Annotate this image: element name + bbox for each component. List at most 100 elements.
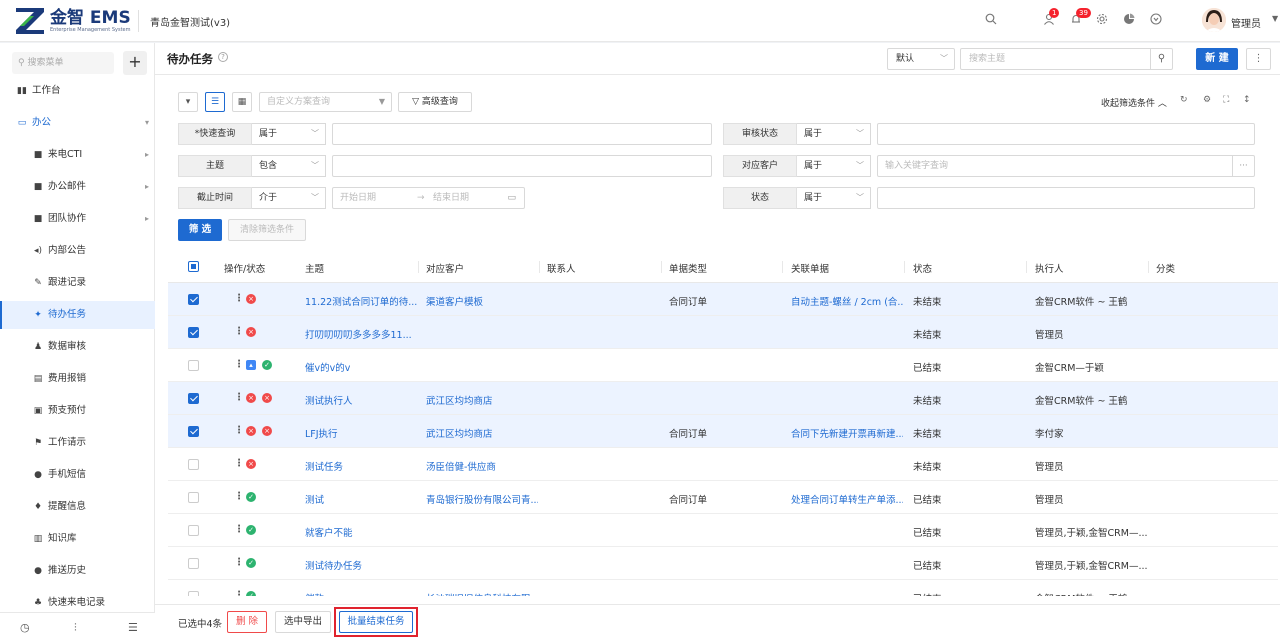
row-actions-icon[interactable]: ⋮: [234, 392, 244, 403]
help-icon[interactable]: ?: [218, 52, 228, 62]
row-actions-icon[interactable]: ⋮: [234, 557, 244, 568]
sidebar-item-announcement[interactable]: ◂) 内部公告: [0, 237, 155, 265]
menu-search-input[interactable]: ⚲ 搜索菜单: [12, 52, 114, 74]
cell-related[interactable]: 自动主题-螺丝 / 2cm (合...: [791, 294, 903, 308]
table-row[interactable]: ⋮ × 测试任务 汤臣倍健-供应商 未结束 管理员: [168, 448, 1278, 481]
status-unfinished-icon[interactable]: ×: [246, 459, 256, 469]
status-doc-icon[interactable]: ▴: [246, 360, 256, 370]
row-checkbox[interactable]: [188, 294, 199, 305]
refresh-icon[interactable]: ↻: [1180, 95, 1188, 105]
table-row[interactable]: ⋮ ▴ ✓ 催v的v的v 已结束 金智CRM—于颖: [168, 349, 1278, 382]
more-options-icon[interactable]: ⋮: [1246, 48, 1271, 70]
table-row[interactable]: ⋮✓ 催款 长沙瑞旧旧信息科技有限... 已结束 金智CRM软件 ~ 王鹤: [168, 580, 1278, 596]
sidebar-item-knowledge[interactable]: ▥ 知识库: [0, 525, 155, 553]
col-header-category[interactable]: 分类: [1156, 261, 1175, 275]
cell-subject[interactable]: 打叨叨叨叨多多多多11...: [305, 327, 412, 341]
cell-subject[interactable]: 测试待办任务: [305, 558, 362, 572]
status-operator[interactable]: 属于 ﹀: [797, 187, 871, 209]
subject-operator[interactable]: 包含 ﹀: [252, 155, 326, 177]
cell-customer[interactable]: 渠道客户模板: [426, 294, 483, 308]
clear-filter-button[interactable]: 清除筛选条件: [228, 219, 306, 241]
sliders-icon[interactable]: ⫶: [74, 621, 77, 635]
filter-button[interactable]: 筛 选: [178, 219, 222, 241]
review-status-operator[interactable]: 属于 ﹀: [797, 123, 871, 145]
sidebar-item-sms[interactable]: ● 手机短信: [0, 461, 155, 489]
settings-gear-icon[interactable]: [1093, 12, 1111, 30]
table-row[interactable]: ⋮ ✓ 测试 青岛银行股份有限公司青... 合同订单 处理合同订单转生产单添... 已结束 管…: [168, 481, 1278, 514]
add-menu-button[interactable]: +: [123, 51, 147, 75]
export-selected-button[interactable]: 选中导出: [275, 611, 331, 633]
app-logo[interactable]: 金智 EMS Enterprise Management System: [16, 8, 131, 34]
customer-input[interactable]: 输入关键字查询 ···: [877, 155, 1255, 177]
row-checkbox[interactable]: [188, 591, 199, 596]
sidebar-item-followup[interactable]: ✎ 跟进记录: [0, 269, 155, 297]
row-actions-icon[interactable]: ⋮: [234, 425, 244, 436]
cell-subject[interactable]: 就客户不能: [305, 525, 353, 539]
status-finished-icon[interactable]: ✓: [246, 558, 256, 568]
status-unfinished-icon[interactable]: ×: [246, 426, 256, 436]
row-actions-icon[interactable]: ⋮: [234, 491, 244, 502]
col-header-status[interactable]: 状态: [913, 261, 932, 275]
status-finished-icon[interactable]: ✓: [246, 492, 256, 502]
cell-subject[interactable]: 11.22测试合同订单的待...: [305, 294, 417, 308]
history-icon[interactable]: ◷: [20, 621, 30, 634]
subject-input[interactable]: [332, 155, 712, 177]
status-finished-icon[interactable]: ✓: [262, 360, 272, 370]
batch-end-task-button[interactable]: 批量结束任务: [339, 611, 413, 633]
status-finished-icon[interactable]: ✓: [246, 591, 256, 596]
sidebar-item-mail[interactable]: ■ 办公邮件 ▸: [0, 173, 155, 201]
table-row[interactable]: ⋮ ✓ 测试待办任务 已结束 管理员,于颖,金智CRM—...: [168, 547, 1278, 580]
select-all-checkbox[interactable]: [188, 261, 199, 272]
cell-customer[interactable]: 武江区均均商店: [426, 393, 493, 407]
settings-gear-icon[interactable]: ⚙: [1203, 95, 1211, 105]
col-header-related[interactable]: 关联单据: [791, 261, 829, 275]
list-view-icon[interactable]: ☰: [205, 92, 225, 112]
help-circle-icon[interactable]: [1147, 12, 1165, 30]
table-row[interactable]: ⋮ ✓ 就客户不能 已结束 管理员,于颖,金智CRM—...: [168, 514, 1278, 547]
col-header-executor[interactable]: 执行人: [1035, 261, 1064, 275]
sidebar-item-audit[interactable]: ♟ 数据审核: [0, 333, 155, 361]
notification-bell-icon[interactable]: 39: [1067, 8, 1091, 30]
cell-customer[interactable]: 长沙瑞旧旧信息科技有限...: [426, 591, 538, 596]
row-checkbox[interactable]: [188, 492, 199, 503]
sidebar-item-reminder[interactable]: ♦ 提醒信息: [0, 493, 155, 521]
view-select[interactable]: 默认 ﹀: [887, 48, 955, 70]
col-header-doctype[interactable]: 单据类型: [669, 261, 707, 275]
quick-query-operator[interactable]: 属于 ﹀: [252, 123, 326, 145]
sidebar-item-todo[interactable]: ✦ 待办任务: [0, 301, 155, 329]
fullscreen-icon[interactable]: ⛶: [1223, 95, 1229, 105]
row-actions-icon[interactable]: ⋮: [234, 458, 244, 469]
table-row[interactable]: ⋮ × 11.22测试合同订单的待... 渠道客户模板 合同订单 自动主题-螺丝 / 2c…: [168, 283, 1278, 316]
row-checkbox[interactable]: [188, 327, 199, 338]
status-unfinished-icon[interactable]: ×: [262, 393, 272, 403]
date-range-input[interactable]: 开始日期 → 结束日期 ▭: [332, 187, 525, 209]
ellipsis-icon[interactable]: ···: [1232, 156, 1254, 176]
row-checkbox[interactable]: [188, 558, 199, 569]
cell-related[interactable]: 合同下先新建开票再新建...: [791, 426, 903, 440]
table-row[interactable]: ⋮ × 打叨叨叨叨多多多多11... 未结束 管理员: [168, 316, 1278, 349]
sidebar-item-dashboard[interactable]: ▮▮ 工作台: [0, 77, 155, 105]
col-header-contact[interactable]: 联系人: [547, 261, 576, 275]
search-icon[interactable]: ⚲: [1150, 49, 1172, 69]
row-checkbox[interactable]: [188, 525, 199, 536]
quick-query-input[interactable]: [332, 123, 712, 145]
contacts-icon[interactable]: 1: [1040, 8, 1060, 30]
row-checkbox[interactable]: [188, 360, 199, 371]
cell-subject[interactable]: 催款: [305, 591, 324, 596]
cell-subject[interactable]: 催v的v的v: [305, 360, 350, 374]
sidebar-item-quickcall[interactable]: ♣ 快速来电记录: [0, 589, 155, 611]
sidebar-item-office[interactable]: ▭ 办公 ▾: [0, 109, 155, 137]
resize-vertical-icon[interactable]: ↕: [1243, 95, 1251, 105]
row-actions-icon[interactable]: ⋮: [234, 524, 244, 535]
deadline-operator[interactable]: 介于 ﹀: [252, 187, 326, 209]
status-unfinished-icon[interactable]: ×: [246, 294, 256, 304]
collapse-filter-button[interactable]: 收起筛选条件 ︿: [1101, 96, 1167, 109]
cell-subject[interactable]: 测试执行人: [305, 393, 353, 407]
table-row[interactable]: ⋮ × × 测试执行人 武江区均均商店 未结束 金智CRM软件 ~ 王鹤: [168, 382, 1278, 415]
row-actions-icon[interactable]: ⋮: [234, 326, 244, 337]
review-status-input[interactable]: [877, 123, 1255, 145]
cell-subject[interactable]: 测试: [305, 492, 324, 506]
row-checkbox[interactable]: [188, 459, 199, 470]
sidebar-item-prepay[interactable]: ▣ 预支预付: [0, 397, 155, 425]
sidebar-item-push[interactable]: ● 推送历史: [0, 557, 155, 585]
